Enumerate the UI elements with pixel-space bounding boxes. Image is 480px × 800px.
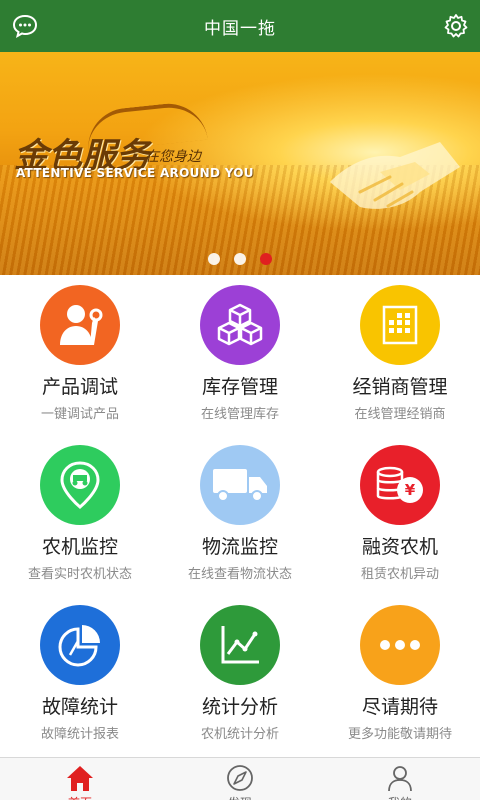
bottom-tab-bar: 首页 发现 我的: [0, 757, 480, 800]
carousel-dot-active[interactable]: [260, 253, 272, 265]
feature-label: 统计分析: [201, 696, 278, 718]
technician-icon: [40, 285, 120, 365]
promo-banner[interactable]: 金色服务 在您身边 ATTENTIVE SERVICE AROUND YOU: [0, 52, 480, 275]
feature-dealer-management[interactable]: 经销商管理 在线管理经销商: [320, 275, 480, 435]
feature-desc: 租赁农机异动: [360, 567, 439, 582]
compass-icon: [227, 765, 253, 791]
banner-slogan-small: 在您身边: [145, 149, 201, 165]
boxes-icon: [200, 285, 280, 365]
coins-yen-icon: ¥: [360, 445, 440, 525]
tab-home[interactable]: 首页: [0, 758, 160, 800]
feature-financing[interactable]: ¥ 融资农机 租赁农机异动: [320, 435, 480, 595]
tab-discover[interactable]: 发现: [160, 758, 320, 800]
page-title: 中国一拖: [204, 18, 276, 39]
feature-desc: 在线管理库存: [200, 407, 279, 422]
feature-label: 尽请期待: [361, 696, 438, 718]
app-header: 中国一拖: [0, 0, 480, 52]
feature-logistics-monitor[interactable]: 物流监控 在线查看物流状态: [160, 435, 320, 595]
feature-label: 融资农机: [361, 536, 438, 558]
tab-label: 首页: [0, 794, 160, 800]
tab-profile[interactable]: 我的: [320, 758, 480, 800]
chat-bubble-icon[interactable]: [11, 12, 39, 40]
home-icon: [67, 766, 93, 791]
feature-label: 产品调试: [41, 376, 118, 398]
banner-slogan-english: ATTENTIVE SERVICE AROUND YOU: [16, 166, 254, 180]
feature-desc: 在线管理经销商: [354, 407, 446, 422]
user-icon: [388, 766, 412, 792]
carousel-dot[interactable]: [234, 253, 246, 265]
tab-label: 我的: [320, 794, 480, 800]
feature-machine-monitor[interactable]: 农机监控 查看实时农机状态: [0, 435, 160, 595]
carousel-indicator: [0, 253, 480, 265]
feature-statistics[interactable]: 统计分析 农机统计分析: [160, 595, 320, 755]
feature-label: 农机监控: [41, 536, 118, 558]
gear-icon[interactable]: [442, 12, 470, 40]
feature-coming-soon[interactable]: 尽请期待 更多功能敬请期待: [320, 595, 480, 755]
svg-text:¥: ¥: [405, 481, 416, 499]
feature-label: 库存管理: [201, 376, 278, 398]
grid-doc-icon: [360, 285, 440, 365]
line-chart-icon: [200, 605, 280, 685]
feature-desc: 在线查看物流状态: [187, 567, 292, 582]
feature-desc: 查看实时农机状态: [27, 567, 132, 582]
truck-icon: [200, 445, 280, 525]
feature-desc: 农机统计分析: [200, 727, 279, 742]
feature-label: 物流监控: [201, 536, 278, 558]
feature-product-debug[interactable]: 产品调试 一键调试产品: [0, 275, 160, 435]
more-dots-icon: [360, 605, 440, 685]
feature-label: 故障统计: [41, 696, 118, 718]
feature-desc: 更多功能敬请期待: [347, 727, 452, 742]
tab-label: 发现: [160, 794, 320, 800]
carousel-dot[interactable]: [208, 253, 220, 265]
feature-desc: 一键调试产品: [40, 407, 119, 422]
feature-inventory[interactable]: 库存管理 在线管理库存: [160, 275, 320, 435]
feature-fault-stats[interactable]: 故障统计 故障统计报表: [0, 595, 160, 755]
feature-label: 经销商管理: [352, 376, 448, 398]
handshake-icon: [330, 142, 460, 209]
feature-desc: 故障统计报表: [40, 727, 119, 742]
location-tractor-icon: [40, 445, 120, 525]
feature-grid: 产品调试 一键调试产品 库存管理 在线管理库存 经销商管理 在线管理经销商 农机…: [0, 275, 480, 755]
pie-chart-icon: [40, 605, 120, 685]
